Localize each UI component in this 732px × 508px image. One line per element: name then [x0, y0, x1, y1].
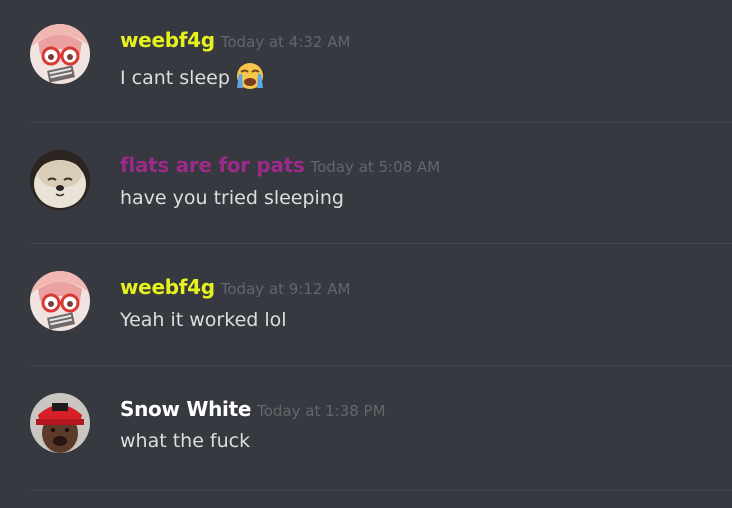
message-header: weebf4g Today at 9:12 AM: [120, 275, 350, 303]
message-text: I cant sleep: [120, 67, 230, 89]
message-content: what the fuck: [120, 430, 250, 452]
message-text: Yeah it worked lol: [120, 309, 287, 331]
message-header: weebf4g Today at 4:32 AM: [120, 28, 350, 56]
shiba-dog-avatar[interactable]: [30, 150, 90, 210]
message-divider: [30, 243, 732, 244]
message-list: weebf4g Today at 4:32 AM I cant sleep fl…: [0, 0, 732, 508]
username[interactable]: weebf4g: [120, 275, 215, 299]
message-content: have you tried sleeping: [120, 187, 344, 209]
anime-girl-glasses-avatar[interactable]: [30, 24, 90, 84]
message-content: Yeah it worked lol: [120, 309, 287, 331]
timestamp: Today at 5:08 AM: [310, 158, 441, 176]
anime-girl-glasses-avatar[interactable]: [30, 271, 90, 331]
username[interactable]: Snow White: [120, 397, 251, 421]
message-text: what the fuck: [120, 430, 251, 452]
timestamp: Today at 1:38 PM: [257, 402, 386, 420]
message-divider: [30, 490, 732, 491]
timestamp: Today at 9:12 AM: [220, 280, 351, 298]
timestamp: Today at 4:32 AM: [220, 33, 351, 51]
sob-emoji: [234, 62, 266, 95]
man-red-cap-avatar[interactable]: [30, 393, 90, 453]
message-content: I cant sleep: [120, 62, 266, 95]
message-header: flats are for pats Today at 5:08 AM: [120, 153, 440, 181]
message-divider: [30, 365, 732, 366]
message-text: have you tried sleeping: [120, 187, 344, 209]
message-divider: [30, 122, 732, 123]
username[interactable]: weebf4g: [120, 28, 215, 52]
message-header: Snow White Today at 1:38 PM: [120, 397, 386, 425]
username[interactable]: flats are for pats: [120, 153, 305, 177]
